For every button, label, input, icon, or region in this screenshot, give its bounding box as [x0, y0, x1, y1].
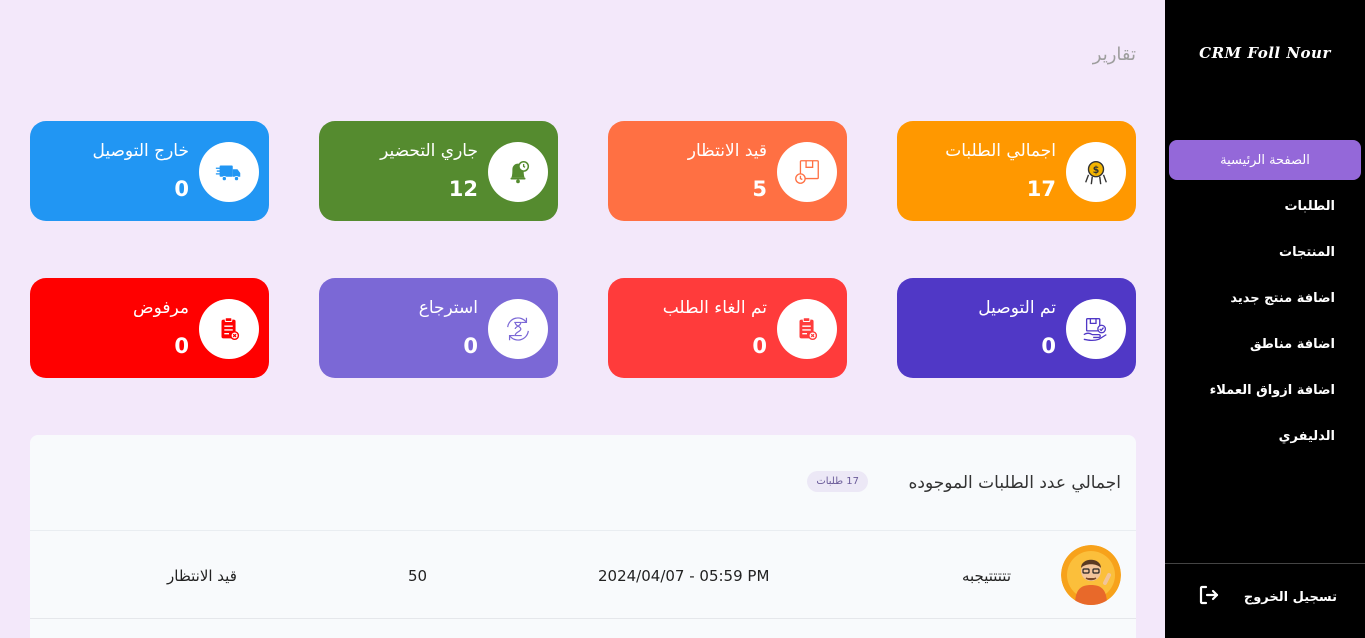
- orders-count-badge: 17 طلبات: [807, 471, 868, 492]
- card-value: 0: [1041, 334, 1056, 358]
- sidebar-item-home[interactable]: الصفحة الرئيسية: [1169, 140, 1361, 180]
- sidebar-item-add-regions[interactable]: اضافة مناطق: [1165, 324, 1365, 364]
- card-returned[interactable]: استرجاع 0: [319, 278, 558, 378]
- sidebar-item-orders[interactable]: الطلبات: [1165, 186, 1365, 226]
- card-value: 17: [1026, 177, 1056, 201]
- panel-divider: [30, 530, 1136, 531]
- sidebar-item-add-customer-alleys[interactable]: اضافة ازواق العملاء: [1165, 370, 1365, 410]
- sidebar-item-delivery[interactable]: الدليفري: [1165, 416, 1365, 456]
- pending-box-icon: [777, 142, 837, 202]
- sidebar-item-add-product[interactable]: اضافة منتج جديد: [1165, 278, 1365, 318]
- card-pending[interactable]: قيد الانتظار 5: [608, 121, 847, 221]
- card-value: 0: [752, 334, 767, 358]
- orders-panel: اجمالي عدد الطلبات الموجوده 17 طلبات تتت…: [30, 435, 1136, 638]
- sidebar-item-products[interactable]: المنتجات: [1165, 232, 1365, 272]
- card-cancelled[interactable]: تم الغاء الطلب 0: [608, 278, 847, 378]
- card-out-for-delivery[interactable]: خارج التوصيل 0: [30, 121, 269, 221]
- sidebar-divider: [1165, 563, 1365, 564]
- logout-label: تسجيل الخروج: [1243, 589, 1337, 605]
- card-delivered[interactable]: تم التوصيل 0: [897, 278, 1136, 378]
- orders-panel-title: اجمالي عدد الطلبات الموجوده: [908, 473, 1121, 493]
- card-label: تم التوصيل: [978, 298, 1056, 318]
- card-value: 0: [174, 177, 189, 201]
- page-title: تقارير: [1092, 44, 1136, 65]
- card-label: جاري التحضير: [380, 141, 478, 161]
- card-value: 5: [752, 177, 767, 201]
- brand-logo: CRM Foll Nour: [1199, 44, 1331, 62]
- card-label: خارج التوصيل: [92, 141, 189, 161]
- logout-button[interactable]: تسجيل الخروج: [1197, 580, 1337, 614]
- delivery-truck-icon: [199, 142, 259, 202]
- cancelled-clipboard-icon: [777, 299, 837, 359]
- card-value: 0: [174, 334, 189, 358]
- rejected-clipboard-icon: [199, 299, 259, 359]
- card-rejected[interactable]: مرفوض 0: [30, 278, 269, 378]
- card-value: 0: [463, 334, 478, 358]
- return-hourglass-icon: [488, 299, 548, 359]
- order-total: 50: [408, 567, 428, 585]
- card-total-orders[interactable]: $ اجمالي الطلبات 17: [897, 121, 1136, 221]
- card-label: تم الغاء الطلب: [662, 298, 767, 318]
- order-customer-name: تتتتتيجبه: [961, 567, 1011, 585]
- sidebar: CRM Foll Nour الصفحة الرئيسية الطلبات ال…: [1165, 0, 1365, 638]
- order-date: 2024/04/07 - 05:59 PM: [598, 567, 770, 585]
- order-status: قيد الانتظار: [167, 567, 237, 585]
- card-label: استرجاع: [418, 298, 478, 318]
- card-label: مرفوض: [133, 298, 189, 318]
- logout-icon: [1197, 583, 1221, 611]
- svg-text:$: $: [1093, 165, 1100, 176]
- card-label: قيد الانتظار: [687, 141, 767, 161]
- card-label: اجمالي الطلبات: [945, 141, 1056, 161]
- delivered-package-icon: [1066, 299, 1126, 359]
- avatar: [1061, 545, 1121, 605]
- table-row[interactable]: تتتتتيجبه 2024/04/07 - 05:59 PM 50 قيد ا…: [30, 535, 1136, 619]
- bell-clock-icon: [488, 142, 548, 202]
- card-preparing[interactable]: جاري التحضير 12: [319, 121, 558, 221]
- sidebar-nav: الصفحة الرئيسية الطلبات المنتجات اضافة م…: [1165, 140, 1365, 462]
- card-value: 12: [448, 177, 478, 201]
- dollar-icon: $: [1066, 142, 1126, 202]
